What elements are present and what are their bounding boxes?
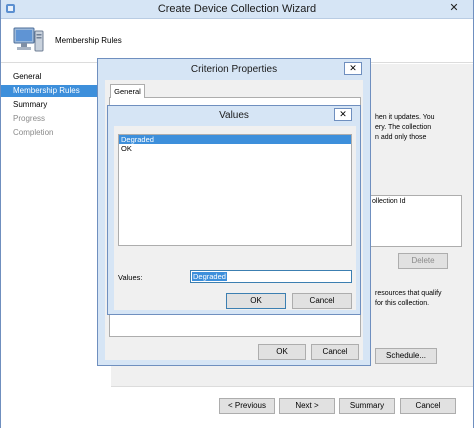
values-listbox[interactable]: Degraded OK bbox=[118, 134, 352, 246]
criterion-close-icon[interactable]: ✕ bbox=[344, 62, 362, 75]
criterion-ok-button[interactable]: OK bbox=[258, 344, 306, 360]
footer-divider bbox=[111, 386, 473, 387]
values-label: Values: bbox=[118, 273, 143, 282]
content-description-line: resources that qualify bbox=[375, 290, 442, 297]
computer-icon bbox=[13, 27, 44, 52]
summary-button[interactable]: Summary bbox=[339, 398, 395, 414]
title-bar: Create Device Collection Wizard ✕ bbox=[1, 0, 473, 19]
cancel-button[interactable]: Cancel bbox=[400, 398, 456, 414]
wizard-header: Membership Rules bbox=[1, 19, 473, 63]
criterion-cancel-button[interactable]: Cancel bbox=[311, 344, 359, 360]
values-dialog-title: Values bbox=[219, 110, 249, 121]
values-cancel-button[interactable]: Cancel bbox=[292, 293, 352, 309]
nav-item-summary[interactable]: Summary bbox=[1, 99, 101, 111]
nav-item-membership-rules[interactable]: Membership Rules bbox=[1, 85, 101, 97]
window-title: Create Device Collection Wizard bbox=[157, 3, 317, 15]
tab-general[interactable]: General bbox=[110, 84, 145, 98]
values-input[interactable]: Degraded bbox=[190, 270, 352, 283]
next-button[interactable]: Next > bbox=[279, 398, 335, 414]
values-close-icon[interactable]: ✕ bbox=[334, 108, 352, 121]
content-description-line: hen it updates. You bbox=[375, 114, 435, 121]
list-item[interactable]: OK bbox=[119, 144, 351, 153]
values-dialog: Values ✕ Degraded OK Values: Degraded OK… bbox=[107, 105, 361, 315]
delete-button[interactable]: Delete bbox=[398, 253, 448, 269]
list-item[interactable]: Degraded bbox=[119, 135, 351, 144]
content-description-line: for this collection. bbox=[375, 300, 430, 307]
content-description-line: ery. The collection bbox=[375, 124, 432, 131]
nav-item-general[interactable]: General bbox=[1, 71, 101, 83]
column-header-collection-id: ollection Id bbox=[372, 198, 406, 205]
window-close-icon[interactable]: ✕ bbox=[443, 0, 465, 17]
schedule-button[interactable]: Schedule... bbox=[375, 348, 437, 364]
values-dialog-body: Degraded OK Values: Degraded OK Cancel bbox=[114, 126, 356, 310]
values-ok-button[interactable]: OK bbox=[226, 293, 286, 309]
values-input-text: Degraded bbox=[192, 272, 227, 281]
nav-item-completion: Completion bbox=[13, 128, 54, 137]
header-title: Membership Rules bbox=[55, 36, 122, 45]
criterion-dialog-title: Criterion Properties bbox=[190, 64, 278, 75]
previous-button[interactable]: < Previous bbox=[219, 398, 275, 414]
content-description-line: n add only those bbox=[375, 134, 427, 141]
wizard-nav: General Membership Rules Summary Progres… bbox=[1, 64, 111, 428]
nav-item-progress: Progress bbox=[13, 114, 46, 123]
